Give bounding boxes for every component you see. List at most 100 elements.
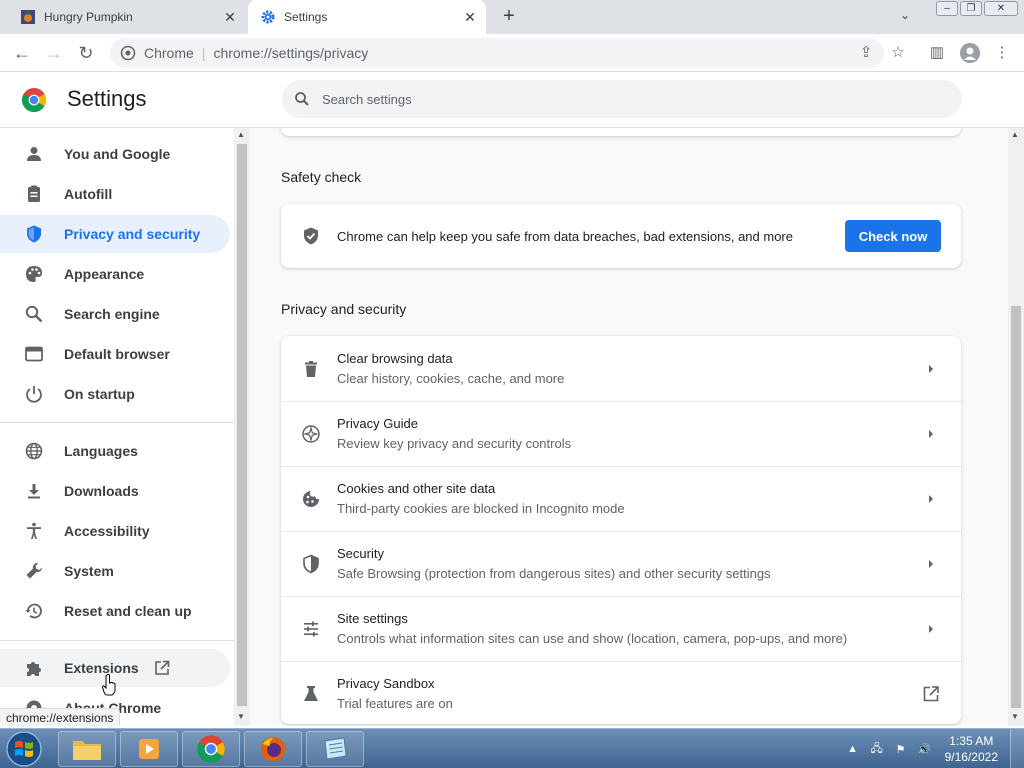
address-bar[interactable]: Chrome | chrome://settings/privacy: [110, 38, 884, 68]
taskbar-media-player[interactable]: [120, 731, 178, 767]
search-icon: [295, 92, 309, 106]
forward-arrow-icon[interactable]: →: [42, 42, 66, 64]
compass-icon: [302, 425, 320, 443]
accessibility-icon: [27, 522, 41, 539]
tray-action-center-icon[interactable]: ⚑: [892, 743, 910, 756]
side-panel-icon[interactable]: ▥: [927, 43, 947, 63]
sidebar-item-languages[interactable]: Languages: [0, 432, 230, 470]
arrow-right-icon: [929, 364, 933, 373]
system-tray: ▲ 🖧 ⚑ 🔊 1:35 AM 9/16/2022: [841, 729, 1024, 768]
row-site-settings[interactable]: Site settings Controls what information …: [281, 596, 961, 661]
chrome-logo-icon: [22, 88, 46, 112]
row-cookies-and-site-data[interactable]: Cookies and other site data Third-party …: [281, 466, 961, 531]
minimize-button[interactable]: –: [936, 1, 958, 16]
show-desktop-button[interactable]: [1010, 729, 1024, 768]
sidebar-item-downloads[interactable]: Downloads: [0, 472, 230, 510]
row-sublabel: Third-party cookies are blocked in Incog…: [337, 501, 625, 516]
taskbar-notepad[interactable]: [306, 731, 364, 767]
search-box[interactable]: [282, 80, 962, 118]
row-privacy-guide[interactable]: Privacy Guide Review key privacy and sec…: [281, 401, 961, 466]
profile-avatar[interactable]: [960, 43, 980, 63]
menu-kebab-icon[interactable]: ⋮: [992, 43, 1012, 63]
tab-title: Settings: [284, 10, 328, 24]
safety-check-heading: Safety check: [281, 169, 362, 185]
bookmark-star-icon[interactable]: ☆: [888, 43, 908, 63]
cookie-icon: [303, 491, 319, 507]
sidebar-scrollbar[interactable]: ▲ ▼: [234, 128, 250, 726]
omnibox-separator: |: [201, 45, 206, 61]
tray-expand-icon[interactable]: ▲: [844, 743, 862, 755]
check-now-button[interactable]: Check now: [845, 220, 941, 252]
row-label: Site settings: [337, 611, 408, 626]
sidebar-divider: [0, 422, 234, 423]
tab-search-chevron-icon[interactable]: ⌄: [896, 8, 914, 26]
pumpkin-game-favicon: [21, 10, 35, 24]
scroll-up-arrow-icon[interactable]: ▲: [1011, 130, 1019, 139]
power-icon: [26, 386, 42, 403]
page-title: Settings: [67, 86, 147, 111]
sidebar-item-label: Default browser: [64, 346, 170, 362]
tab-hungry-pumpkin[interactable]: Hungry Pumpkin ✕: [8, 0, 246, 34]
search-icon: [25, 305, 43, 323]
wrench-icon: [26, 562, 43, 579]
media-player-icon: [139, 739, 159, 759]
sidebar-item-label: Autofill: [64, 186, 113, 202]
safety-check-card: Chrome can help keep you safe from data …: [281, 204, 961, 268]
sidebar-item-on-startup[interactable]: On startup: [0, 375, 230, 413]
close-icon[interactable]: ✕: [460, 9, 480, 26]
trash-icon: [305, 360, 317, 377]
share-icon[interactable]: ⇪: [856, 43, 876, 63]
taskbar-clock[interactable]: 1:35 AM 9/16/2022: [945, 733, 998, 765]
sidebar-item-label: System: [64, 563, 114, 579]
tray-volume-icon[interactable]: 🔊: [916, 743, 934, 756]
scrollbar-thumb[interactable]: [237, 144, 247, 706]
back-arrow-icon[interactable]: ←: [10, 42, 34, 64]
scroll-up-arrow-icon[interactable]: ▲: [237, 130, 245, 139]
taskbar-chrome[interactable]: [182, 731, 240, 767]
row-security[interactable]: Security Safe Browsing (protection from …: [281, 531, 961, 596]
download-icon: [28, 484, 40, 499]
scrollbar-thumb[interactable]: [1011, 306, 1021, 708]
sidebar-item-default-browser[interactable]: Default browser: [0, 335, 230, 373]
taskbar-file-explorer[interactable]: [58, 731, 116, 767]
sidebar-item-search-engine[interactable]: Search engine: [0, 295, 230, 333]
tab-title: Hungry Pumpkin: [44, 10, 133, 24]
hand-cursor-icon: [102, 674, 116, 696]
scroll-down-arrow-icon[interactable]: ▼: [237, 712, 245, 721]
tab-settings[interactable]: Settings ✕: [248, 0, 486, 34]
reload-icon[interactable]: ↻: [74, 42, 98, 64]
sliders-icon: [304, 621, 318, 637]
row-label: Privacy Guide: [337, 416, 418, 431]
sidebar-item-reset-and-clean-up[interactable]: Reset and clean up: [0, 592, 230, 630]
sidebar-divider: [0, 640, 234, 641]
previous-section-card: [281, 128, 961, 136]
flask-icon: [304, 686, 318, 701]
window-close-button[interactable]: ✕: [984, 1, 1018, 16]
close-icon[interactable]: ✕: [220, 9, 240, 26]
restore-button[interactable]: ❐: [960, 1, 982, 16]
sidebar-item-privacy-and-security[interactable]: Privacy and security: [0, 215, 230, 253]
row-privacy-sandbox[interactable]: Privacy Sandbox Trial features are on: [281, 661, 961, 726]
taskbar-firefox[interactable]: [244, 731, 302, 767]
sidebar-item-you-and-google[interactable]: You and Google: [0, 135, 230, 173]
sidebar-item-autofill[interactable]: Autofill: [0, 175, 230, 213]
shield-icon: [27, 225, 41, 243]
sidebar-item-label: On startup: [64, 386, 135, 402]
external-link-icon: [923, 686, 939, 702]
windows-start-button[interactable]: [4, 730, 44, 768]
search-input[interactable]: [322, 91, 922, 107]
row-clear-browsing-data[interactable]: Clear browsing data Clear history, cooki…: [281, 336, 961, 401]
scroll-down-arrow-icon[interactable]: ▼: [1011, 712, 1019, 721]
tray-network-icon[interactable]: 🖧: [868, 740, 886, 759]
main-scrollbar[interactable]: ▲ ▼: [1008, 128, 1024, 726]
sidebar-item-accessibility[interactable]: Accessibility: [0, 512, 230, 550]
palette-icon: [26, 266, 42, 282]
sidebar-item-label: Accessibility: [64, 523, 150, 539]
settings-header: Settings: [0, 72, 1024, 128]
sidebar-item-system[interactable]: System: [0, 552, 230, 590]
new-tab-button[interactable]: +: [497, 5, 521, 29]
omnibox-chip: Chrome: [144, 45, 194, 61]
sidebar-item-appearance[interactable]: Appearance: [0, 255, 230, 293]
row-label: Security: [337, 546, 384, 561]
sidebar-item-label: Downloads: [64, 483, 139, 499]
